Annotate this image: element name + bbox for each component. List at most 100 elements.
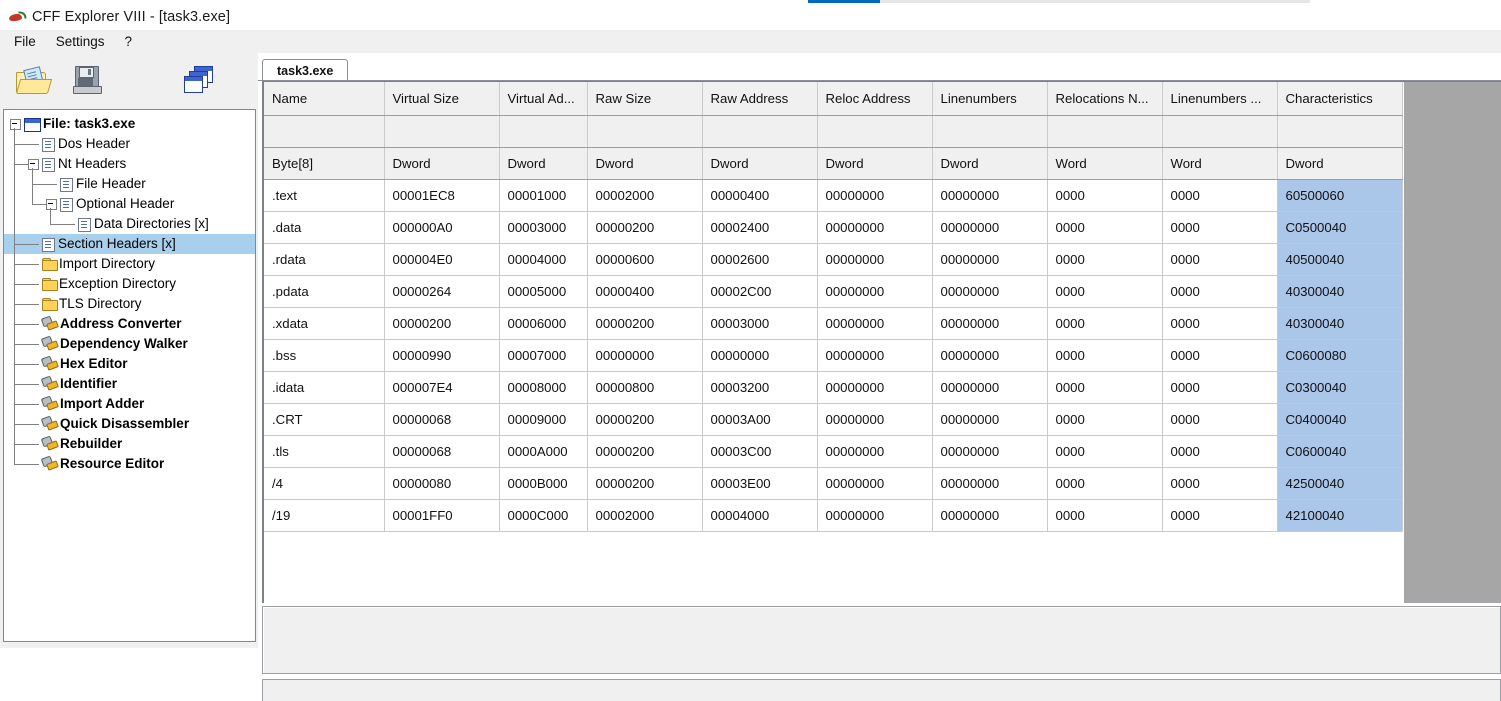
grid-cell[interactable]: 00002600	[702, 243, 818, 276]
tree-item-exception-directory[interactable]: Exception Directory	[4, 274, 255, 294]
grid-cell[interactable]: 0000	[1162, 307, 1278, 340]
table-row[interactable]: .data 000000A0 00003000 00000200 00002400 000…	[264, 211, 1403, 244]
grid-cell[interactable]: 0000	[1047, 275, 1163, 308]
tree-collapse-toggle[interactable]	[28, 159, 39, 170]
grid-cell[interactable]: 40300040	[1277, 275, 1403, 308]
grid-cell[interactable]: 42500040	[1277, 467, 1403, 500]
table-row[interactable]: .idata 000007E4 00008000 00000800 00003200 00…	[264, 371, 1403, 404]
grid-cell[interactable]: 00000200	[587, 403, 703, 436]
grid-cell[interactable]: 00000000	[817, 339, 933, 372]
grid-cell[interactable]: .bss	[264, 339, 385, 372]
tree-item-section-headers-x[interactable]: Section Headers [x]	[4, 234, 255, 254]
grid-cell[interactable]: .xdata	[264, 307, 385, 340]
table-row[interactable]: .tls 00000068 0000A000 00000200 00003C00 0000…	[264, 435, 1403, 468]
tree-item-nt-headers[interactable]: Nt Headers	[4, 154, 255, 174]
grid-cell[interactable]: 00000000	[932, 275, 1048, 308]
grid-cell[interactable]: 00000000	[817, 435, 933, 468]
grid-column-header-9[interactable]: Characteristics	[1277, 82, 1403, 116]
grid-cell[interactable]: 0000	[1162, 243, 1278, 276]
grid-cell[interactable]: 00000200	[587, 307, 703, 340]
tree-collapse-toggle[interactable]	[46, 199, 57, 210]
grid-cell[interactable]: 00000000	[817, 371, 933, 404]
grid-cell[interactable]: 00000800	[587, 371, 703, 404]
grid-column-header-0[interactable]: Name	[264, 82, 385, 116]
grid-cell[interactable]: 00000000	[932, 435, 1048, 468]
grid-cell[interactable]: 00000400	[587, 275, 703, 308]
grid-cell[interactable]: .pdata	[264, 275, 385, 308]
grid-cell[interactable]: 0000	[1162, 499, 1278, 532]
grid-cell[interactable]: 60500060	[1277, 179, 1403, 212]
table-row[interactable]: .text 00001EC8 00001000 00002000 00000400 000…	[264, 179, 1403, 212]
grid-cell[interactable]: 0000	[1162, 435, 1278, 468]
grid-cell[interactable]: /4	[264, 467, 385, 500]
grid-cell[interactable]: .rdata	[264, 243, 385, 276]
grid-cell[interactable]: 0000	[1162, 467, 1278, 500]
tree-item-dependency-walker[interactable]: Dependency Walker	[4, 334, 255, 354]
tree-item-data-directories-x[interactable]: Data Directories [x]	[4, 214, 255, 234]
grid-column-header-5[interactable]: Reloc Address	[817, 82, 933, 116]
grid-cell[interactable]: 00000000	[932, 179, 1048, 212]
grid-cell[interactable]: /19	[264, 499, 385, 532]
menu-item-help[interactable]: ?	[115, 32, 143, 52]
grid-cell[interactable]: 0000	[1162, 179, 1278, 212]
grid-cell[interactable]: 00001EC8	[384, 179, 500, 212]
grid-cell[interactable]: 00001000	[499, 179, 588, 212]
grid-cell[interactable]: 0000	[1047, 403, 1163, 436]
grid-cell[interactable]: 000007E4	[384, 371, 500, 404]
grid-cell[interactable]: 00000000	[817, 403, 933, 436]
grid-cell[interactable]: 00000400	[702, 179, 818, 212]
tree-collapse-toggle[interactable]	[10, 119, 21, 130]
grid-cell[interactable]: 00000000	[932, 307, 1048, 340]
grid-cell[interactable]: 0000	[1047, 499, 1163, 532]
grid-cell[interactable]: 00000264	[384, 275, 500, 308]
grid-cell[interactable]: 00003000	[702, 307, 818, 340]
grid-cell[interactable]: 00005000	[499, 275, 588, 308]
grid-cell[interactable]: 00003C00	[702, 435, 818, 468]
grid-cell[interactable]: 00000080	[384, 467, 500, 500]
tree-item-quick-disassembler[interactable]: Quick Disassembler	[4, 414, 255, 434]
grid-column-header-8[interactable]: Linenumbers ...	[1162, 82, 1278, 116]
table-row[interactable]: .pdata 00000264 00005000 00000400 00002C00 00…	[264, 275, 1403, 308]
grid-column-header-1[interactable]: Virtual Size	[384, 82, 500, 116]
grid-cell[interactable]: 0000	[1162, 403, 1278, 436]
grid-cell[interactable]: 00003E00	[702, 467, 818, 500]
grid-cell[interactable]: .data	[264, 211, 385, 244]
grid-cell[interactable]: 00000000	[932, 243, 1048, 276]
grid-cell[interactable]: .tls	[264, 435, 385, 468]
grid-cell[interactable]: 0000	[1047, 243, 1163, 276]
grid-cell[interactable]: 0000	[1162, 275, 1278, 308]
grid-cell[interactable]: .text	[264, 179, 385, 212]
grid-cell[interactable]: C0500040	[1277, 211, 1403, 244]
grid-cell[interactable]: 0000	[1047, 339, 1163, 372]
grid-cell[interactable]: C0300040	[1277, 371, 1403, 404]
grid-cell[interactable]: 0000	[1162, 371, 1278, 404]
grid-cell[interactable]: 00000990	[384, 339, 500, 372]
grid-cell[interactable]: 00009000	[499, 403, 588, 436]
grid-cell[interactable]: 0000	[1047, 435, 1163, 468]
grid-cell[interactable]: 00002000	[587, 179, 703, 212]
grid-cell[interactable]: 00003A00	[702, 403, 818, 436]
grid-cell[interactable]: 00000600	[587, 243, 703, 276]
grid-cell[interactable]: 40500040	[1277, 243, 1403, 276]
table-row[interactable]: /19 00001FF0 0000C000 00002000 00004000 00000…	[264, 499, 1403, 532]
grid-cell[interactable]: 00000200	[384, 307, 500, 340]
grid-cell[interactable]: 40300040	[1277, 307, 1403, 340]
grid-cell[interactable]: 00002C00	[702, 275, 818, 308]
grid-cell[interactable]: 0000	[1162, 211, 1278, 244]
grid-cell[interactable]: 00004000	[499, 243, 588, 276]
grid-cell[interactable]: 0000	[1047, 467, 1163, 500]
tree-item-resource-editor[interactable]: Resource Editor	[4, 454, 255, 474]
grid-cell[interactable]: 00000000	[932, 339, 1048, 372]
grid-cell[interactable]: 0000B000	[499, 467, 588, 500]
tree-item-identifier[interactable]: Identifier	[4, 374, 255, 394]
grid-cell[interactable]: 00000000	[932, 403, 1048, 436]
grid-cell[interactable]: .idata	[264, 371, 385, 404]
grid-column-header-3[interactable]: Raw Size	[587, 82, 703, 116]
save-file-button[interactable]	[68, 61, 108, 99]
table-row[interactable]: .bss 00000990 00007000 00000000 00000000 0000…	[264, 339, 1403, 372]
table-row[interactable]: .CRT 00000068 00009000 00000200 00003A00 0000…	[264, 403, 1403, 436]
grid-cell[interactable]: 00000000	[932, 467, 1048, 500]
grid-cell[interactable]: 00006000	[499, 307, 588, 340]
menu-item-settings[interactable]: Settings	[46, 32, 115, 52]
cascade-windows-button[interactable]	[180, 61, 220, 99]
